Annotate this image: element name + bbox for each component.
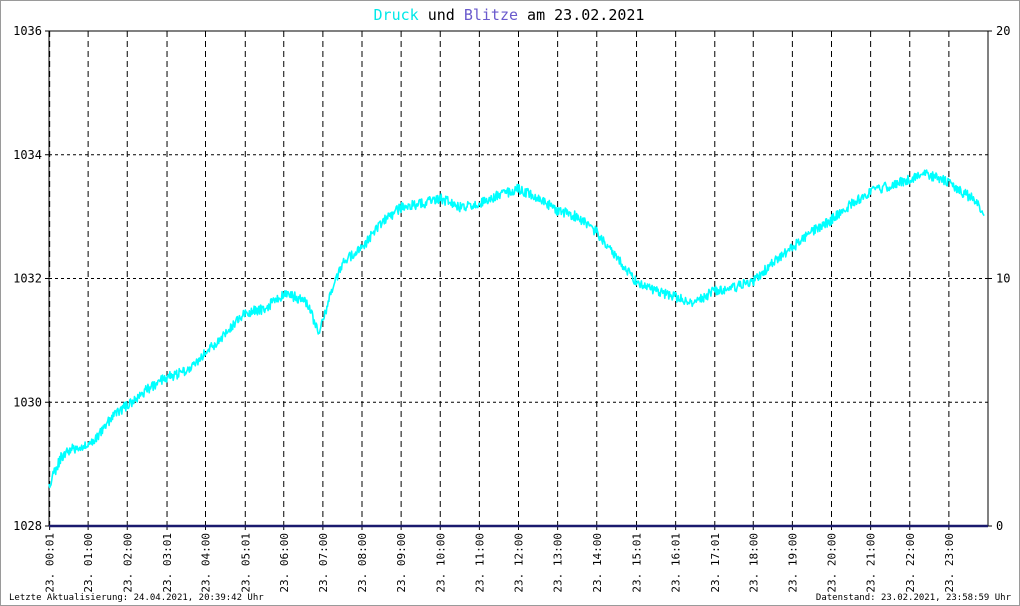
x-tick-label: 23. 04:00 — [200, 533, 213, 593]
y-left-tick-label: 1034 — [13, 148, 42, 162]
y-left-tick-label: 1032 — [13, 272, 42, 286]
footer-data-status: Datenstand: 23.02.2021, 23:58:59 Uhr — [816, 593, 1012, 603]
x-tick-label: 23. 14:00 — [591, 533, 604, 593]
x-tick-label: 23. 20:00 — [826, 533, 839, 593]
x-tick-label: 23. 12:00 — [513, 533, 526, 593]
x-tick-label: 23. 23:00 — [943, 533, 956, 593]
pressure-lightning-chart: Druck und Blitze am 23.02.2021 102810301… — [9, 6, 1012, 603]
x-tick-label: 23. 03:01 — [161, 533, 174, 593]
x-tick-label: 23. 13:00 — [552, 533, 565, 593]
title-part-0: Druck — [374, 6, 419, 24]
title-part-1: und — [419, 6, 464, 24]
chart-title: Druck und Blitze am 23.02.2021 — [374, 6, 645, 24]
grid — [49, 31, 988, 526]
x-tick-label: 23. 01:00 — [82, 533, 95, 593]
x-tick-label: 23. 07:00 — [317, 533, 330, 593]
x-tick-label: 23. 18:00 — [747, 533, 760, 593]
y-right-tick-label: 10 — [996, 272, 1010, 286]
series-line-druck — [48, 169, 985, 489]
x-tick-label: 23. 11:00 — [473, 533, 486, 593]
y-right-tick-label: 0 — [996, 519, 1003, 533]
footer-last-update: Letzte Aktualisierung: 24.04.2021, 20:39… — [9, 593, 264, 603]
x-tick-label: 23. 06:00 — [278, 533, 291, 593]
x-tick-label: 23. 08:00 — [356, 533, 369, 593]
x-tick-label: 23. 16:01 — [670, 533, 683, 593]
tick-labels: 1028 1030 1032 1034 1036 0 10 20 23. 00:01 23. 01… — [13, 24, 1010, 593]
y-left-tick-label: 1030 — [13, 395, 42, 409]
x-tick-label: 23. 19:00 — [786, 533, 799, 593]
x-tick-label: 23. 17:01 — [709, 533, 722, 593]
x-tick-label: 23. 10:00 — [434, 533, 447, 593]
x-tick-label: 23. 22:00 — [904, 533, 917, 593]
x-tick-label: 23. 15:01 — [631, 533, 644, 593]
title-part-2: Blitze — [464, 6, 518, 24]
title-part-3: am 23.02.2021 — [518, 6, 644, 24]
chart-frame: Druck und Blitze am 23.02.2021 1028 1030 1… — [0, 0, 1020, 606]
y-left-tick-label: 1028 — [13, 519, 42, 533]
x-tick-label: 23. 09:00 — [395, 533, 408, 593]
x-tick-label: 23. 00:01 — [44, 533, 57, 593]
x-tick-label: 23. 05:01 — [239, 533, 252, 593]
y-right-tick-label: 20 — [996, 24, 1010, 38]
x-tick-label: 23. 02:00 — [121, 533, 134, 593]
y-left-tick-label: 1036 — [13, 24, 42, 38]
x-tick-label: 23. 21:00 — [865, 533, 878, 593]
